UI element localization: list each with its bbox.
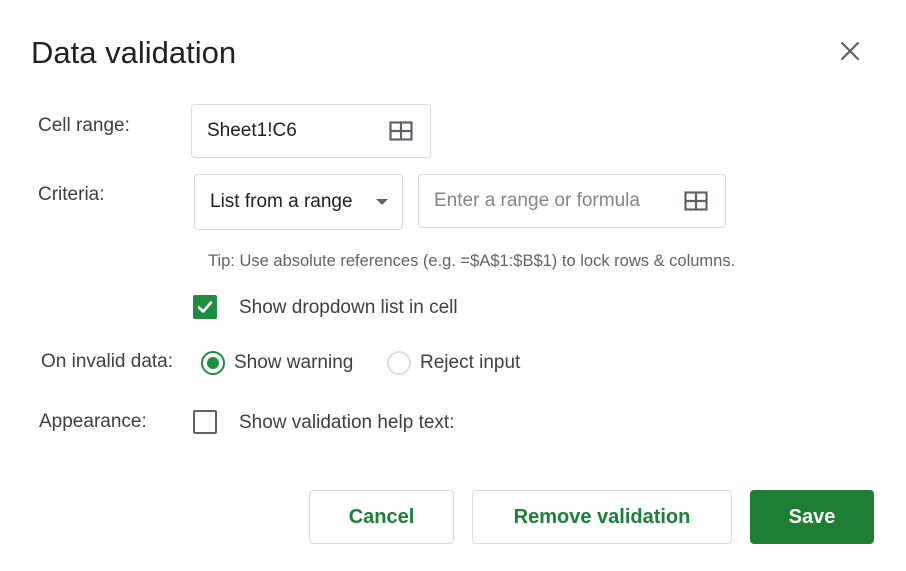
remove-validation-button[interactable]: Remove validation bbox=[472, 490, 732, 544]
absolute-reference-tip: Tip: Use absolute references (e.g. =$A$1… bbox=[208, 252, 736, 270]
grid-icon[interactable] bbox=[388, 118, 414, 144]
reject-input-label[interactable]: Reject input bbox=[420, 351, 520, 375]
close-button[interactable] bbox=[832, 33, 868, 69]
invalid-data-label: On invalid data: bbox=[41, 351, 174, 372]
help-text-checkbox[interactable] bbox=[193, 410, 217, 434]
save-button[interactable]: Save bbox=[750, 490, 874, 544]
criteria-selected-value: List from a range bbox=[210, 191, 353, 212]
show-dropdown-checkbox[interactable] bbox=[193, 295, 217, 319]
range-formula-placeholder: Enter a range or formula bbox=[434, 190, 640, 211]
cell-range-input[interactable]: Sheet1!C6 bbox=[191, 104, 431, 158]
appearance-label: Appearance: bbox=[39, 411, 147, 432]
show-warning-label[interactable]: Show warning bbox=[234, 351, 353, 375]
dialog-title: Data validation bbox=[31, 35, 237, 70]
criteria-label: Criteria: bbox=[38, 184, 105, 205]
cell-range-label: Cell range: bbox=[38, 115, 130, 136]
check-icon bbox=[197, 301, 213, 313]
close-icon bbox=[840, 41, 860, 61]
show-dropdown-label[interactable]: Show dropdown list in cell bbox=[239, 296, 458, 320]
criteria-dropdown[interactable]: List from a range bbox=[194, 174, 403, 230]
cell-range-value: Sheet1!C6 bbox=[207, 120, 297, 141]
range-formula-input[interactable]: Enter a range or formula bbox=[418, 174, 726, 228]
help-text-label[interactable]: Show validation help text: bbox=[239, 411, 454, 435]
cancel-button[interactable]: Cancel bbox=[309, 490, 454, 544]
radio-selected-dot bbox=[207, 357, 219, 369]
reject-input-radio[interactable] bbox=[387, 351, 411, 375]
data-validation-dialog: Data validation Cell range: Sheet1!C6 Cr… bbox=[0, 0, 906, 571]
grid-icon[interactable] bbox=[683, 188, 709, 214]
show-warning-radio[interactable] bbox=[201, 351, 225, 375]
caret-down-icon bbox=[376, 199, 388, 205]
